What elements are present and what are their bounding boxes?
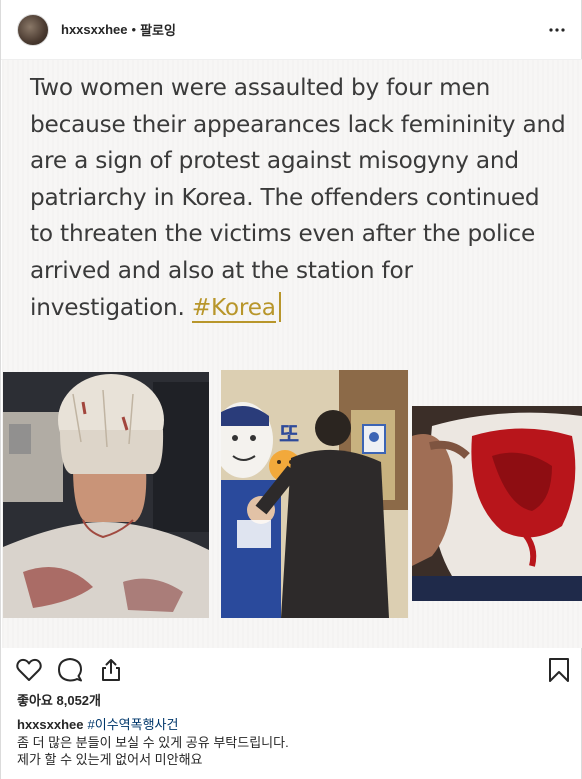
share-icon <box>102 659 120 681</box>
post-caption: hxxsxxhee #이수역폭행사건 좀 더 많은 분들이 보실 수 있게 공유 … <box>17 716 567 769</box>
heart-icon <box>16 658 42 681</box>
image-text-line: arrived and also at the station for <box>30 256 413 284</box>
image-text-line: are a sign of protest against misogyny a… <box>30 147 519 175</box>
image-text-block: Two women were assaulted by four men bec… <box>30 70 582 326</box>
like-button[interactable] <box>15 656 43 684</box>
caption-line: 좀 더 많은 분들이 보실 수 있게 공유 부탁드립니다. <box>17 734 289 750</box>
comment-button[interactable] <box>56 656 84 684</box>
header-username[interactable]: hxxsxxhee <box>61 22 128 37</box>
photo-police-station: 또 <box>221 370 408 618</box>
likes-count[interactable]: 좋아요 8,052개 <box>17 690 101 709</box>
image-hashtag: #Korea <box>191 293 276 323</box>
header-separator: • <box>131 22 137 37</box>
more-horizontal-icon <box>549 28 565 32</box>
image-text-line: patriarchy in Korea. The offenders conti… <box>30 183 540 211</box>
avatar[interactable] <box>17 13 49 46</box>
instagram-post: hxxsxxhee • 팔로잉 Two women were assaulted… <box>0 0 582 779</box>
sign-text: 또 <box>279 423 299 448</box>
caption-line: 제가 할 수 있는게 없어서 미안해요 <box>17 752 203 767</box>
photo-bloody-tissue <box>412 406 582 601</box>
photo-injured-head <box>3 372 209 618</box>
text-caret <box>278 291 281 322</box>
caption-first-line: hxxsxxhee #이수역폭행사건 <box>17 716 567 734</box>
comment-icon <box>58 658 82 682</box>
image-text-line: to threaten the victims even after the p… <box>30 220 536 248</box>
share-button[interactable] <box>97 656 125 684</box>
image-text-line: because their appearances lack femininit… <box>30 110 566 138</box>
action-bar <box>1 648 582 692</box>
caption-username[interactable]: hxxsxxhee <box>17 717 84 732</box>
save-button[interactable] <box>545 656 573 684</box>
caption-hashtag[interactable]: #이수역폭행사건 <box>88 717 179 732</box>
bookmark-icon <box>549 658 569 682</box>
image-text-line: investigation. <box>30 293 192 321</box>
image-text-line: Two women were assaulted by four men <box>30 74 491 101</box>
image-text-line-last: investigation. #Korea <box>30 290 582 327</box>
post-image[interactable]: Two women were assaulted by four men bec… <box>2 60 582 648</box>
post-header: hxxsxxhee • 팔로잉 <box>1 0 582 60</box>
following-button[interactable]: 팔로잉 <box>140 20 176 39</box>
more-options-button[interactable] <box>545 18 569 42</box>
